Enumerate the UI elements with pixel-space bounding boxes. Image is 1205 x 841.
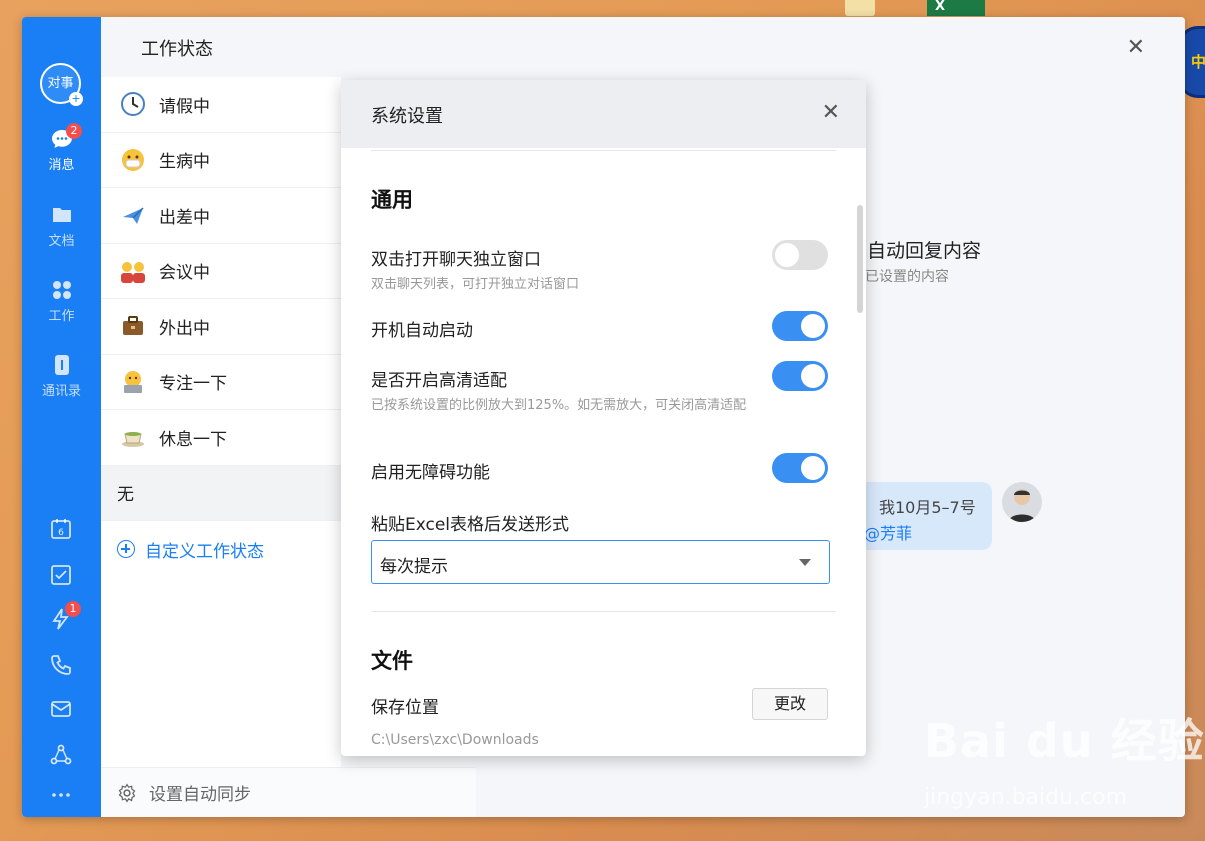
- mention-link[interactable]: @芳菲: [864, 524, 912, 543]
- status-item-rest[interactable]: 休息一下: [101, 410, 341, 466]
- option-dblclick-label: 双击打开聊天独立窗口: [371, 250, 541, 270]
- toggle-knob: [801, 364, 825, 388]
- message-bubble: 我10月5–7号 系@芳菲: [848, 482, 992, 550]
- section-general-title: 通用: [371, 188, 413, 212]
- status-label: 出差中: [159, 207, 210, 228]
- rail-label-messages: 消息: [48, 158, 75, 173]
- section-file-title: 文件: [371, 649, 413, 673]
- auto-sync-label: 设置自动同步: [149, 785, 251, 805]
- status-label: 休息一下: [159, 429, 227, 450]
- org-icon[interactable]: [49, 743, 73, 767]
- toggle-knob: [775, 243, 799, 267]
- paste-excel-select[interactable]: 每次提示: [371, 540, 830, 584]
- baidu-watermark-logo: Bai du 经验 jingyan.baidu.com: [924, 714, 1205, 810]
- add-status-icon[interactable]: +: [69, 92, 83, 106]
- status-item-trip[interactable]: 出差中: [101, 188, 341, 244]
- grid-icon: [52, 281, 71, 299]
- rail-item-docs[interactable]: 文档: [22, 203, 101, 249]
- clock-icon: [119, 90, 147, 118]
- desktop-file-icon: [845, 0, 875, 16]
- calendar-icon[interactable]: 6: [49, 517, 73, 541]
- sender-avatar[interactable]: [1002, 482, 1042, 522]
- status-item-out[interactable]: 外出中: [101, 299, 341, 355]
- status-list-panel: 请假中 生病中 出差中 会议中 外出中 专注一下 休息一下 无 自定义工作状态: [101, 77, 341, 817]
- mail-icon[interactable]: [49, 697, 73, 721]
- airplane-icon: [119, 201, 147, 229]
- plus-circle-icon: [117, 540, 135, 558]
- rail-item-work[interactable]: 工作: [22, 278, 101, 324]
- status-item-focus[interactable]: 专注一下: [101, 355, 341, 410]
- bubble-line-1: 我10月5–7号: [879, 498, 976, 517]
- lightning-badge: 1: [65, 601, 81, 617]
- dblclick-window-toggle[interactable]: [772, 240, 828, 270]
- status-label: 生病中: [159, 152, 210, 173]
- rail-item-contacts[interactable]: 通讯录: [22, 353, 101, 399]
- todo-check-icon[interactable]: [49, 563, 73, 587]
- save-location-label: 保存位置: [371, 698, 439, 718]
- auto-start-toggle[interactable]: [772, 311, 828, 341]
- unread-badge: 2: [66, 123, 82, 139]
- folder-icon: [52, 208, 71, 222]
- status-label: 会议中: [159, 263, 210, 284]
- status-label: 专注一下: [159, 374, 227, 395]
- close-icon[interactable]: ✕: [1127, 35, 1145, 60]
- auto-reply-sub-fragment: 已设置的内容: [865, 269, 949, 285]
- paste-excel-value: 每次提示: [380, 557, 448, 577]
- gear-icon: [118, 783, 136, 802]
- mask-face-icon: [119, 146, 147, 174]
- system-settings-dialog: 系统设置 ✕ 通用 双击打开聊天独立窗口 双击聊天列表，可打开独立对话窗口 开机…: [341, 80, 866, 756]
- phone-icon[interactable]: [49, 653, 73, 677]
- nav-rail: 对事 + 消息 2 文档 工作 通讯录 6 1: [22, 17, 101, 817]
- status-item-leave[interactable]: 请假中: [101, 77, 341, 133]
- dialog-scrollbar[interactable]: [857, 205, 863, 313]
- status-none-label: 无: [117, 485, 134, 506]
- change-location-button[interactable]: 更改: [752, 688, 828, 720]
- excel-desktop-icon: X: [927, 0, 985, 16]
- status-item-sick[interactable]: 生病中: [101, 133, 341, 188]
- briefcase-icon: [119, 312, 147, 340]
- divider: [371, 150, 836, 151]
- dialog-header: 系统设置 ✕: [341, 80, 866, 148]
- toggle-knob: [801, 314, 825, 338]
- close-icon[interactable]: ✕: [822, 100, 840, 125]
- more-icon[interactable]: [49, 783, 73, 807]
- divider: [371, 611, 836, 612]
- accessibility-toggle[interactable]: [772, 453, 828, 483]
- status-label: 外出中: [159, 318, 210, 339]
- contacts-icon: [54, 355, 69, 375]
- status-item-meeting[interactable]: 会议中: [101, 244, 341, 299]
- paste-excel-label: 粘贴Excel表格后发送形式: [371, 515, 570, 535]
- chevron-down-icon: [799, 559, 811, 566]
- save-location-path: C:\Users\zxc\Downloads: [371, 732, 539, 748]
- option-dblclick-desc: 双击聊天列表，可打开独立对话窗口: [371, 277, 580, 292]
- avatar-text: 对事: [47, 76, 74, 91]
- window-titlebar: 工作状态 ✕: [101, 17, 1185, 77]
- hidpi-toggle[interactable]: [772, 361, 828, 391]
- dialog-title: 系统设置: [371, 106, 443, 127]
- option-accessibility-label: 启用无障碍功能: [371, 463, 490, 483]
- focus-laptop-icon: [119, 368, 147, 396]
- tea-cup-icon: [119, 423, 147, 451]
- auto-sync-setting[interactable]: 设置自动同步: [101, 767, 476, 817]
- rail-label-contacts: 通讯录: [41, 384, 81, 399]
- option-autostart-label: 开机自动启动: [371, 321, 473, 341]
- window-title: 工作状态: [141, 39, 213, 60]
- custom-status-button[interactable]: 自定义工作状态: [101, 521, 341, 577]
- auto-reply-title-fragment: 置自动回复内容: [848, 240, 982, 262]
- custom-status-label: 自定义工作状态: [145, 541, 264, 562]
- user-avatar[interactable]: 对事 +: [40, 63, 83, 106]
- status-label: 请假中: [159, 96, 210, 117]
- rail-label-work: 工作: [48, 309, 75, 324]
- option-hidpi-label: 是否开启高清适配: [371, 371, 507, 391]
- option-hidpi-desc: 已按系统设置的比例放大到125%。如无需放大，可关闭高清适配: [371, 398, 747, 413]
- calendar-day: 6: [58, 528, 64, 538]
- rail-label-docs: 文档: [48, 234, 75, 249]
- meeting-people-icon: [119, 257, 147, 285]
- toggle-knob: [801, 456, 825, 480]
- status-item-none[interactable]: 无: [101, 465, 341, 521]
- rail-item-messages[interactable]: 消息 2: [22, 123, 101, 173]
